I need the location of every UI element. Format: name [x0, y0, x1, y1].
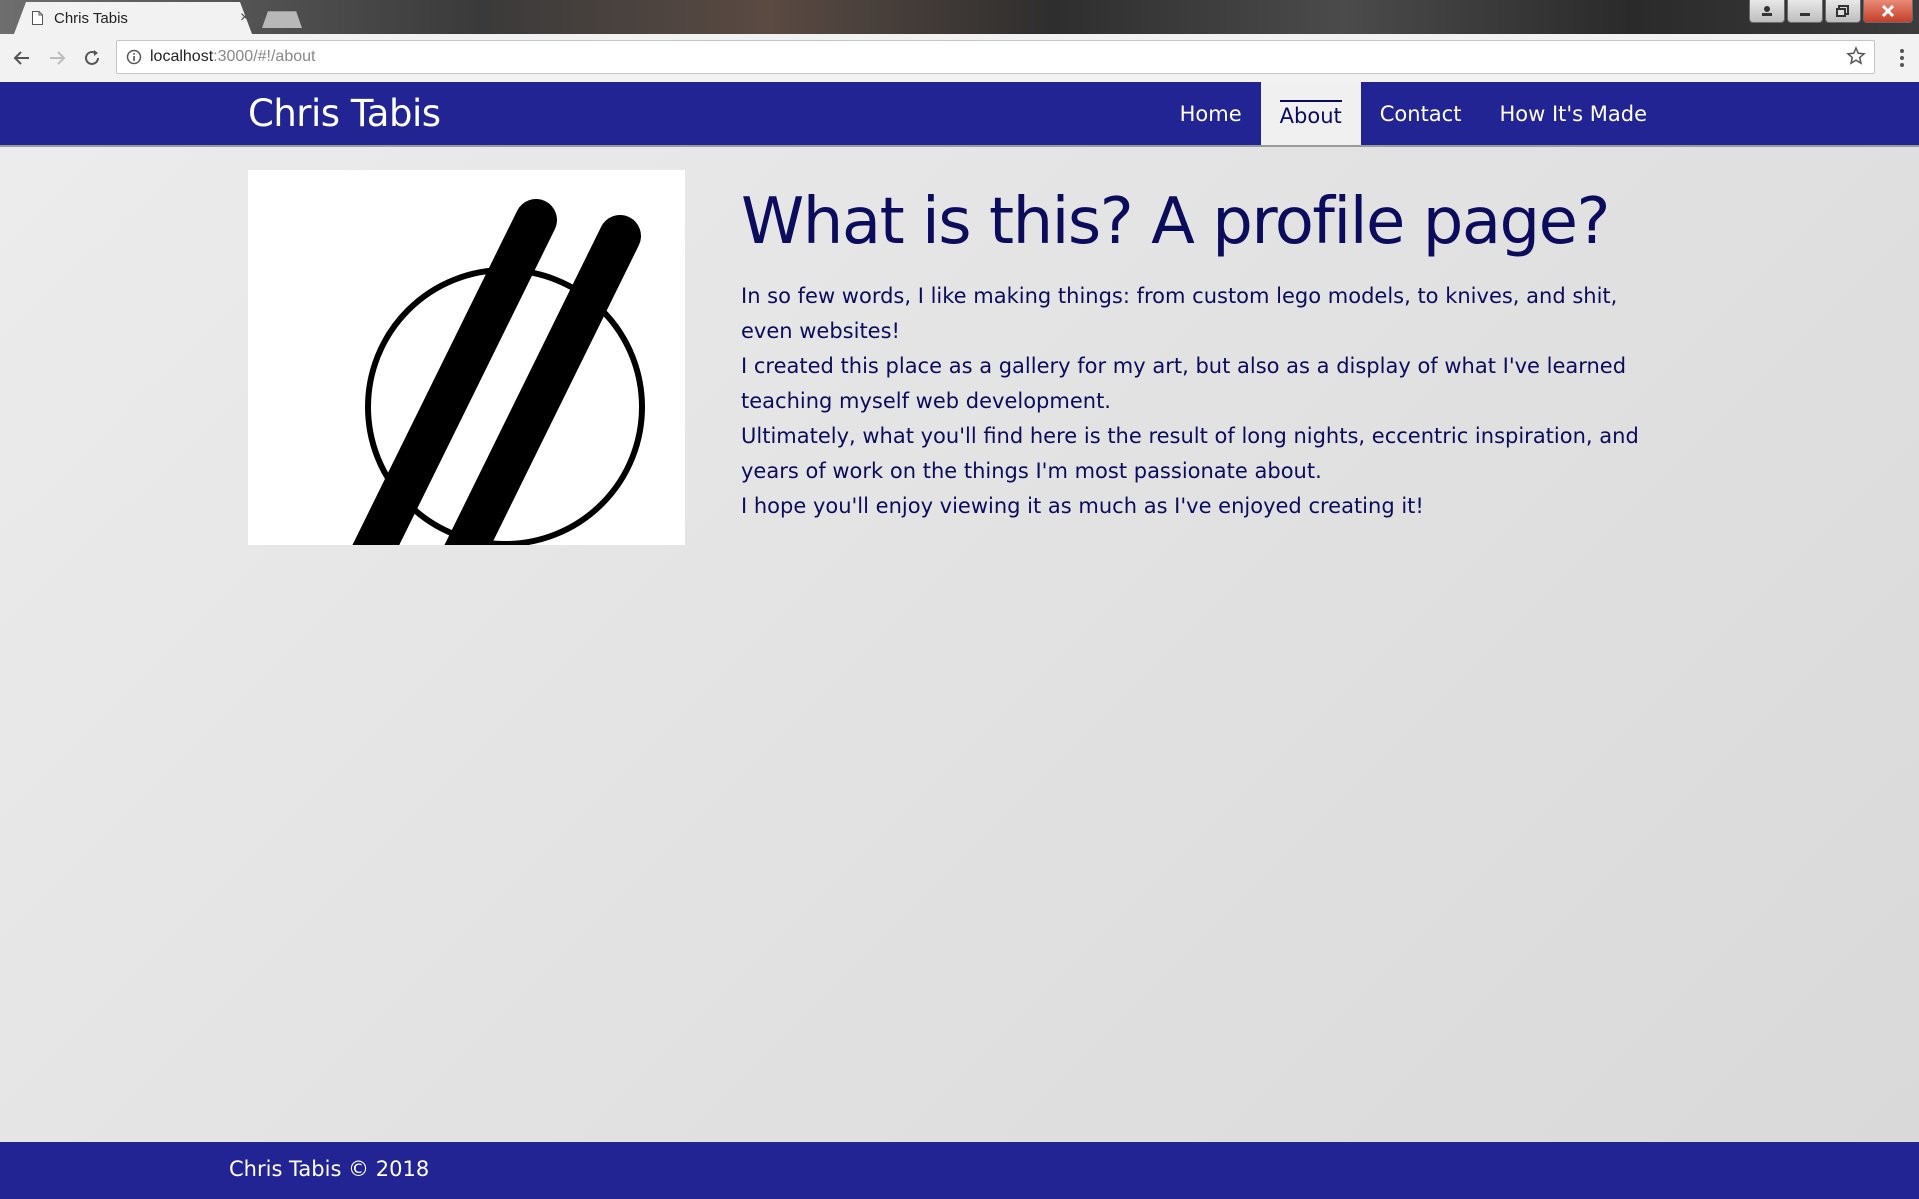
- document-icon: [32, 11, 43, 25]
- site-header: Chris Tabis Home About Contact How It's …: [0, 82, 1919, 147]
- close-window-button[interactable]: [1863, 0, 1913, 23]
- site-footer: Chris Tabis © 2018: [0, 1142, 1919, 1199]
- nav-how-its-made-label: How It's Made: [1499, 101, 1647, 126]
- nav-contact[interactable]: Contact: [1361, 82, 1481, 145]
- browser-tab[interactable]: Chris Tabis ×: [14, 2, 252, 34]
- back-arrow-icon[interactable]: [10, 46, 34, 70]
- browser-toolbar: localhost:3000/#!/about: [0, 34, 1919, 83]
- main-nav: Home About Contact How It's Made: [1161, 82, 1666, 145]
- minimize-button[interactable]: [1787, 0, 1823, 23]
- url-text: localhost:3000/#!/about: [150, 48, 315, 66]
- new-tab-button[interactable]: [262, 11, 302, 28]
- kebab-menu-icon[interactable]: [1900, 48, 1904, 68]
- url-path: :3000/#!/about: [213, 48, 316, 65]
- address-bar[interactable]: localhost:3000/#!/about: [116, 40, 1875, 74]
- about-paragraph: Ultimately, what you'll find here is the…: [741, 424, 1639, 483]
- nav-about-label: About: [1279, 99, 1342, 128]
- about-paragraph: I created this place as a gallery for my…: [741, 354, 1627, 413]
- nav-about[interactable]: About: [1260, 82, 1361, 145]
- nav-home-label: Home: [1179, 101, 1242, 126]
- nav-contact-label: Contact: [1379, 101, 1462, 126]
- user-icon[interactable]: [1749, 0, 1785, 23]
- main-content: What is this? A profile page? In so few …: [0, 147, 1919, 1142]
- forward-arrow-icon[interactable]: [45, 46, 69, 70]
- about-text: In so few words, I like making things: f…: [741, 279, 1651, 524]
- site-brand[interactable]: Chris Tabis: [248, 92, 441, 135]
- url-host: localhost: [150, 48, 214, 65]
- about-paragraph: I hope you'll enjoy viewing it as much a…: [741, 494, 1424, 518]
- logo-mark-icon: [352, 199, 645, 545]
- footer-copyright: Chris Tabis © 2018: [229, 1157, 430, 1181]
- info-icon[interactable]: [126, 49, 142, 65]
- close-tab-icon[interactable]: ×: [240, 9, 249, 27]
- reload-icon[interactable]: [80, 46, 104, 70]
- maximize-button[interactable]: [1825, 0, 1861, 23]
- about-paragraph: In so few words, I like making things: f…: [741, 284, 1618, 343]
- nav-how-its-made[interactable]: How It's Made: [1480, 82, 1666, 145]
- tab-title: Chris Tabis: [54, 10, 128, 27]
- page-title: What is this? A profile page?: [741, 185, 1611, 259]
- window-titlebar: Chris Tabis ×: [0, 0, 1919, 34]
- window-controls: [1749, 0, 1913, 23]
- bookmark-star-icon[interactable]: [1846, 46, 1866, 66]
- nav-home[interactable]: Home: [1161, 82, 1261, 145]
- profile-logo-image: [248, 170, 685, 545]
